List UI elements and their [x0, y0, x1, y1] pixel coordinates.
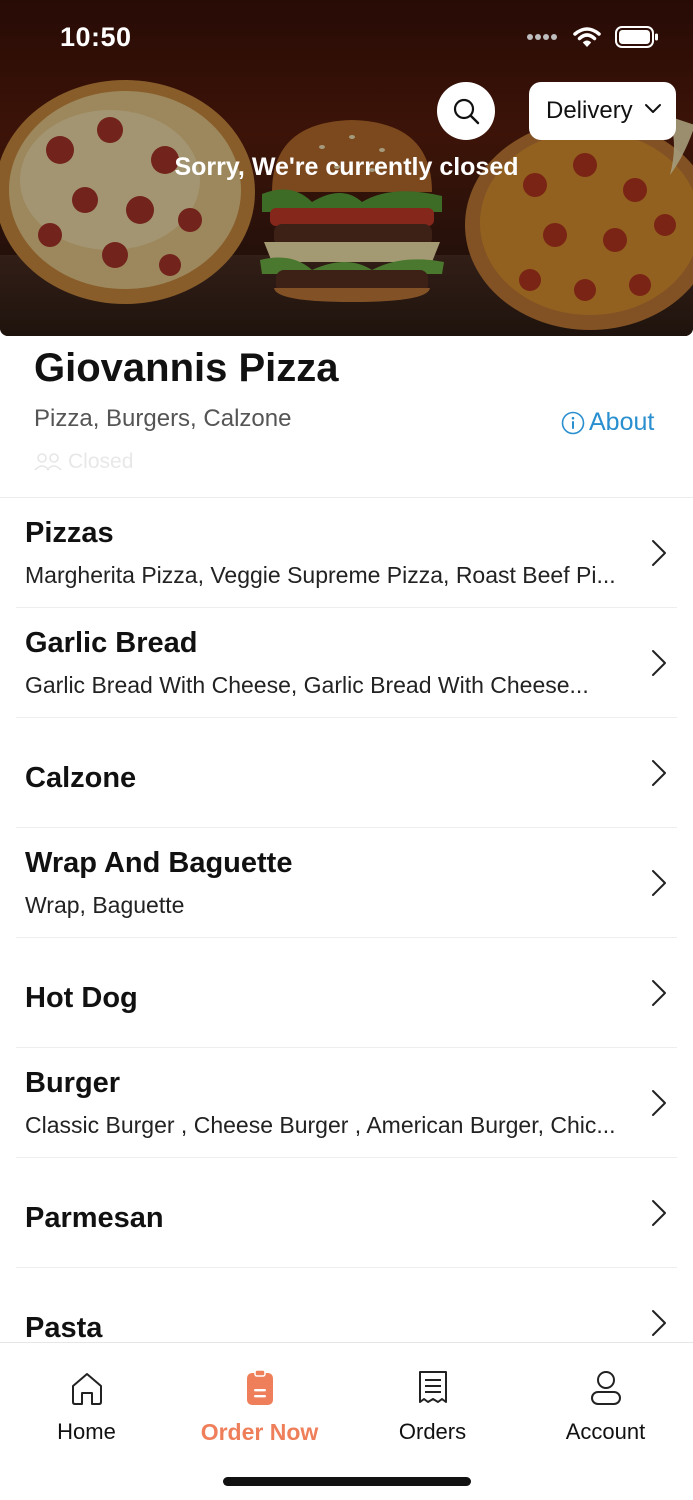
- tab-orders[interactable]: Orders: [346, 1343, 519, 1463]
- restaurant-status: Closed: [34, 450, 133, 474]
- category-title: Garlic Bread: [25, 627, 198, 659]
- category-items: Wrap, Baguette: [25, 892, 185, 918]
- category-title: Pasta: [25, 1312, 103, 1344]
- search-button[interactable]: [437, 82, 495, 140]
- hero-banner: 10:50 Delivery Sorry, We're currently cl…: [0, 0, 693, 336]
- chevron-right-icon: [652, 650, 666, 676]
- order-icon: [246, 1369, 273, 1405]
- restaurant-name: Giovannis Pizza: [34, 346, 339, 390]
- about-label: About: [589, 408, 655, 436]
- chevron-right-icon: [652, 1090, 666, 1116]
- menu-category-garlic-bread[interactable]: Garlic Bread Garlic Bread With Cheese, G…: [0, 608, 693, 718]
- menu-category-list: Pizzas Margherita Pizza, Veggie Supreme …: [0, 498, 693, 1378]
- category-items: Garlic Bread With Cheese, Garlic Bread W…: [25, 672, 589, 698]
- battery-icon: [615, 26, 658, 48]
- menu-category-pizzas[interactable]: Pizzas Margherita Pizza, Veggie Supreme …: [0, 498, 693, 608]
- tab-label: Orders: [398, 1419, 467, 1444]
- category-title: Pizzas: [25, 517, 114, 549]
- delivery-mode-dropdown[interactable]: Delivery: [529, 82, 676, 140]
- closed-message: Sorry, We're currently closed: [174, 153, 519, 181]
- status-bar: 10:50: [0, 0, 693, 76]
- category-items: Margherita Pizza, Veggie Supreme Pizza, …: [25, 562, 615, 588]
- tab-account[interactable]: Account: [519, 1343, 692, 1463]
- receipt-icon: [418, 1371, 447, 1403]
- restaurant-status-label: Closed: [68, 450, 134, 473]
- app-screen: 10:50 Delivery Sorry, We're currently cl…: [0, 0, 693, 1500]
- menu-category-burger[interactable]: Burger Classic Burger , Cheese Burger , …: [0, 1048, 693, 1158]
- people-icon: [34, 453, 62, 471]
- person-icon: [590, 1371, 621, 1405]
- menu-category-wrap-and-baguette[interactable]: Wrap And Baguette Wrap, Baguette: [0, 828, 693, 938]
- info-icon: [561, 411, 585, 434]
- status-time: 10:50: [60, 22, 132, 52]
- tab-order-now[interactable]: Order Now: [173, 1343, 346, 1463]
- home-icon: [71, 1373, 102, 1405]
- category-title: Calzone: [25, 762, 137, 794]
- chevron-right-icon: [652, 760, 666, 786]
- tab-label: Account: [565, 1419, 646, 1444]
- category-title: Parmesan: [25, 1202, 164, 1234]
- category-items: Classic Burger , Cheese Burger , America…: [25, 1112, 615, 1138]
- search-icon: [453, 98, 480, 125]
- chevron-right-icon: [652, 870, 666, 896]
- chevron-right-icon: [652, 980, 666, 1006]
- category-title: Wrap And Baguette: [25, 847, 293, 879]
- delivery-mode-label: Delivery: [546, 97, 633, 124]
- chevron-right-icon: [652, 1200, 666, 1226]
- about-link[interactable]: About: [561, 408, 654, 437]
- chevron-right-icon: [652, 540, 666, 566]
- chevron-right-icon: [652, 1310, 666, 1336]
- category-title: Hot Dog: [25, 982, 138, 1014]
- home-indicator: [223, 1477, 471, 1486]
- tab-home[interactable]: Home: [0, 1343, 173, 1463]
- category-title: Burger: [25, 1067, 121, 1099]
- restaurant-cuisines: Pizza, Burgers, Calzone: [34, 405, 292, 432]
- menu-category-parmesan[interactable]: Parmesan: [0, 1158, 693, 1268]
- menu-category-hot-dog[interactable]: Hot Dog: [0, 938, 693, 1048]
- tab-label: Order Now: [200, 1419, 319, 1445]
- wifi-icon: [573, 27, 601, 47]
- menu-category-calzone[interactable]: Calzone: [0, 718, 693, 828]
- cellular-signal-icon: [527, 34, 557, 40]
- chevron-down-icon: [645, 104, 661, 113]
- tab-label: Home: [57, 1419, 116, 1444]
